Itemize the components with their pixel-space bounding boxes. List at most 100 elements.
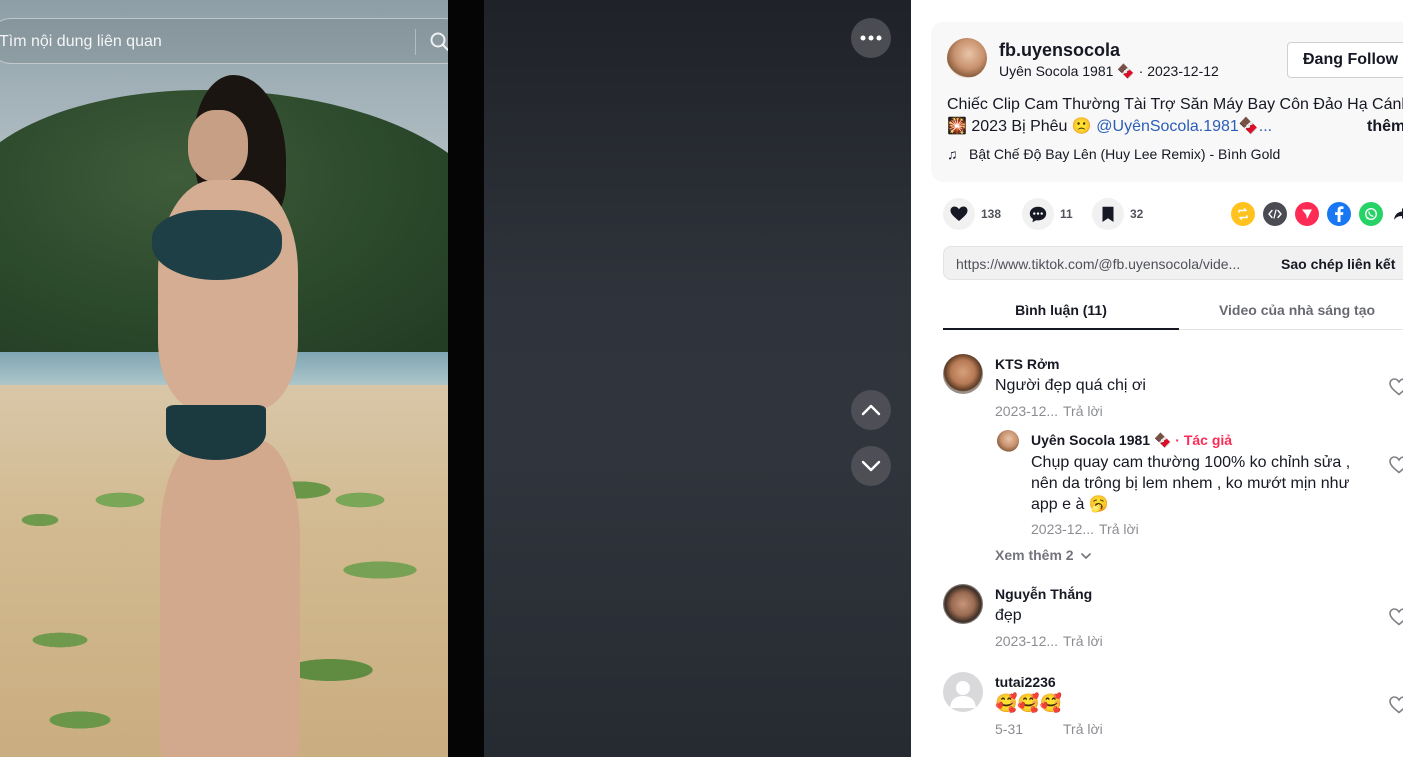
commenter-avatar[interactable] (943, 584, 983, 624)
comment-like-button[interactable] (1389, 608, 1403, 628)
meta-separator: · (1138, 63, 1148, 79)
post-info-card: fb.uyensocola Uyên Socola 1981 🍫 · 2023-… (931, 22, 1403, 182)
commenter-avatar[interactable] (943, 672, 983, 712)
embed-button[interactable] (1263, 202, 1287, 226)
favorite-circle[interactable] (1092, 198, 1124, 230)
video-person-top (152, 210, 282, 280)
more-horizontal-icon (860, 35, 882, 41)
video-frame[interactable] (0, 0, 448, 757)
related-search-input[interactable] (0, 31, 379, 53)
share-facebook-button[interactable] (1327, 202, 1351, 226)
heart-outline-icon (1389, 378, 1403, 396)
author-display-emoji: 🍫 (1117, 63, 1135, 79)
video-person (130, 75, 310, 757)
send-to-friends-button[interactable] (1295, 202, 1319, 226)
caption-more-button[interactable]: thêm (1367, 116, 1403, 138)
reply-date: 2023-12... (1031, 521, 1095, 537)
commenter-name[interactable]: tutai2236 (995, 674, 1056, 690)
comment-button[interactable]: 11 (1022, 198, 1073, 230)
heart-outline-icon (1389, 608, 1403, 626)
view-more-replies-label[interactable]: Xem thêm 2 (995, 547, 1074, 563)
comment-icon (1029, 206, 1047, 222)
reply-like-button[interactable] (1389, 456, 1403, 476)
previous-video-button[interactable] (851, 390, 891, 430)
more-options-button[interactable] (851, 18, 891, 58)
comment-text: đẹp (995, 607, 1022, 624)
chevron-down-icon (1081, 553, 1092, 559)
commenter-name[interactable]: Nguyễn Thắng (995, 586, 1092, 602)
music-link[interactable]: ♫ Bật Chế Độ Bay Lên (Huy Lee Remix) - B… (947, 146, 1280, 162)
share-more-button[interactable] (1389, 202, 1403, 226)
search-icon (430, 32, 448, 51)
like-circle[interactable] (943, 198, 975, 230)
comment-like-button[interactable] (1389, 696, 1403, 716)
comment-text: 🥰🥰🥰 (995, 693, 1063, 713)
caption-mention-link[interactable]: @UyênSocola.1981🍫... (1096, 118, 1272, 135)
author-badge: · Tác giả (1171, 432, 1233, 448)
commenter-avatar[interactable] (943, 354, 983, 394)
video-link-url[interactable]: https://www.tiktok.com/@fb.uyensocola/vi… (956, 256, 1240, 272)
favorite-count: 32 (1130, 207, 1144, 221)
caption-line-1: Chiếc Clip Cam Thường Tài Trợ Săn Máy Ba… (947, 96, 1403, 113)
repost-icon (1238, 208, 1248, 220)
reply-button[interactable]: Trả lời (1099, 521, 1139, 537)
author-username[interactable]: fb.uyensocola (999, 40, 1120, 61)
like-count: 138 (981, 207, 1002, 221)
share-arrow-icon (1394, 208, 1403, 220)
favorite-button[interactable]: 32 (1092, 198, 1143, 230)
caption-text: 🎇 2023 Bị Phêu 🙁 (947, 118, 1097, 135)
comment-date: 2023-12... (995, 403, 1059, 419)
reply-author-display-name[interactable]: Uyên Socola 1981 🍫 (1031, 432, 1171, 448)
heart-icon (950, 206, 968, 221)
caption-line-2: 🎇 2023 Bị Phêu 🙁 @UyênSocola.1981🍫... th… (947, 116, 1403, 138)
video-player-area[interactable] (0, 0, 911, 757)
reply-button[interactable]: Trả lời (1063, 633, 1103, 649)
comment-date: 5-31 (995, 721, 1024, 737)
send-icon (1302, 209, 1312, 219)
chevron-up-icon (861, 404, 881, 416)
embed-code-icon (1268, 209, 1282, 219)
video-blurred-background (448, 0, 911, 757)
share-whatsapp-button[interactable] (1359, 202, 1383, 226)
related-search-box[interactable] (0, 18, 448, 64)
post-date: 2023-12-12 (1147, 63, 1219, 79)
video-detail-panel: fb.uyensocola Uyên Socola 1981 🍫 · 2023-… (911, 0, 1403, 757)
reply-text: Chụp quay cam thường 100% ko chỉnh sửa ,… (1031, 454, 1351, 513)
copy-link-box: https://www.tiktok.com/@fb.uyensocola/vi… (943, 246, 1403, 280)
music-note-icon: ♫ (947, 146, 958, 162)
comment-like-button[interactable] (1389, 378, 1403, 398)
reply-author-name[interactable]: Uyên Socola 1981 🍫 · Tác giả (1031, 432, 1232, 449)
tab-comments[interactable]: Bình luận (11) (943, 292, 1179, 330)
facebook-icon (1335, 206, 1344, 222)
video-caption: Chiếc Clip Cam Thường Tài Trợ Săn Máy Ba… (947, 94, 1403, 138)
video-edge-strip (448, 0, 484, 757)
panel-tabs: Bình luận (11) Video của nhà sáng tạo (943, 292, 1403, 330)
reply-author-avatar[interactable] (997, 430, 1019, 452)
music-title[interactable]: Bật Chế Độ Bay Lên (Huy Lee Remix) - Bìn… (969, 146, 1280, 162)
heart-outline-icon (1389, 456, 1403, 474)
author-display-name[interactable]: Uyên Socola 1981 (999, 63, 1113, 79)
video-person-bottom (166, 405, 266, 460)
default-avatar-icon (950, 681, 976, 708)
comment-circle[interactable] (1022, 198, 1054, 230)
search-button[interactable] (429, 31, 448, 53)
copy-link-button[interactable]: Sao chép liên kết (1281, 256, 1395, 272)
video-person-head (188, 110, 248, 182)
comment-date: 2023-12... (995, 633, 1059, 649)
tab-creator-videos[interactable]: Video của nhà sáng tạo (1179, 292, 1403, 330)
chevron-down-icon (861, 460, 881, 472)
author-meta: Uyên Socola 1981 🍫 · 2023-12-12 (999, 63, 1219, 80)
repost-button[interactable] (1231, 202, 1255, 226)
view-more-replies-button[interactable]: Xem thêm 2 (995, 547, 1092, 563)
next-video-button[interactable] (851, 446, 891, 486)
commenter-name[interactable]: KTS Rởm (995, 356, 1059, 372)
bookmark-icon (1102, 206, 1114, 222)
comment-text: Người đẹp quá chị ơi (995, 377, 1146, 394)
reply-button[interactable]: Trả lời (1063, 721, 1103, 737)
comment-count: 11 (1060, 207, 1073, 221)
search-divider (415, 29, 416, 55)
author-avatar[interactable] (947, 38, 987, 78)
reply-button[interactable]: Trả lời (1063, 403, 1103, 419)
following-button[interactable]: Đang Follow (1287, 42, 1403, 78)
like-button[interactable]: 138 (943, 198, 1001, 230)
